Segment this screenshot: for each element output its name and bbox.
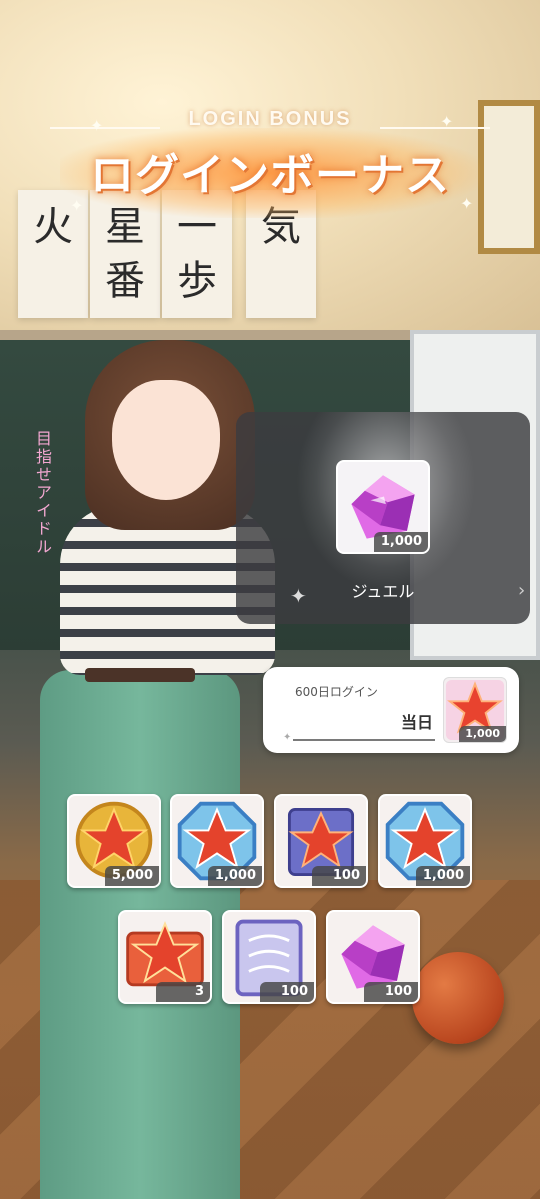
login-day-count: 600日ログイン [295, 685, 378, 699]
item-count: 1,000 [459, 726, 506, 742]
item-count: 1,000 [374, 532, 428, 552]
login-day-card[interactable]: 600日ログイン 当日 ✦ 1,000 [263, 667, 519, 753]
item-count: 100 [312, 866, 366, 886]
login-day-reward[interactable]: 1,000 [443, 677, 507, 743]
title-heading: ログインボーナス [90, 150, 450, 201]
item-count: 100 [260, 982, 314, 1002]
login-bonus-title: LOGIN BONUS ログインボーナス ✦ ✦ ✦ ✦ [50, 108, 490, 218]
item-count: 100 [364, 982, 418, 1002]
featured-reward-panel[interactable]: 1,000 ジュエル ✦ › [236, 412, 530, 624]
item-count: 1,000 [208, 866, 262, 886]
character-face [112, 380, 220, 500]
reward-item[interactable]: 100 [222, 910, 316, 1004]
reward-item[interactable]: 100 [326, 910, 420, 1004]
sparkle-icon: ✦ [90, 116, 104, 135]
login-day-status: 当日 [400, 713, 433, 732]
featured-item[interactable]: 1,000 [336, 460, 430, 554]
item-count: 3 [156, 982, 210, 1002]
sparkle-icon: ✦ [283, 732, 292, 743]
item-count: 5,000 [105, 866, 159, 886]
sparkle-icon: ✦ [460, 194, 474, 213]
reward-item[interactable]: 5,000 [67, 794, 161, 888]
sparkle-icon: ✦ [70, 196, 84, 215]
chalk-writing: 目指せアイドル [33, 430, 52, 556]
reward-item[interactable]: 1,000 [378, 794, 472, 888]
reward-item[interactable]: 100 [274, 794, 368, 888]
sparkle-icon: ✦ [290, 584, 307, 608]
sparkle-icon: ✦ [440, 112, 454, 131]
title-subheading: LOGIN BONUS [188, 108, 352, 130]
character-belt [85, 668, 195, 682]
basketball [412, 952, 504, 1044]
reward-item[interactable]: 3 [118, 910, 212, 1004]
featured-item-name: ジュエル [351, 582, 415, 601]
reward-item[interactable]: 1,000 [170, 794, 264, 888]
chevron-right-icon: › [518, 580, 526, 601]
day-divider [293, 739, 435, 741]
item-count: 1,000 [416, 866, 470, 886]
